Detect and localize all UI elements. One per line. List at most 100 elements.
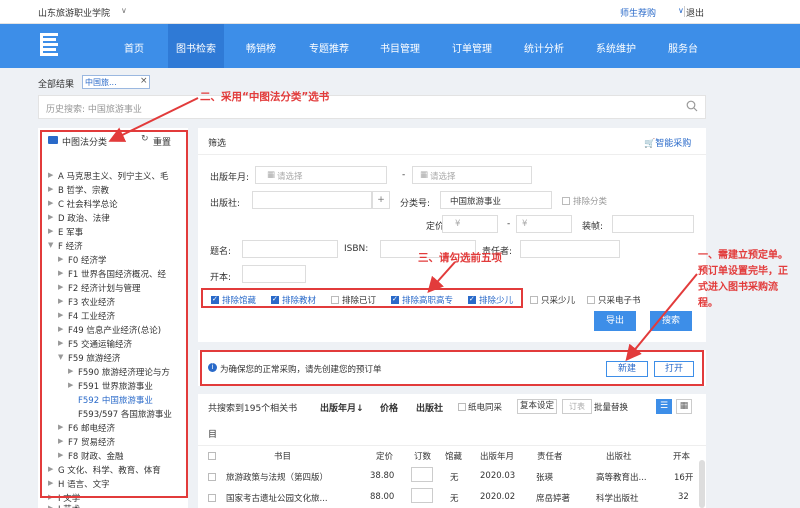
class-value: 中国旅游事业 bbox=[450, 197, 502, 207]
binding-label: 装帧: bbox=[582, 222, 604, 232]
history-search-text: 历史搜索: 中国旅游事业 bbox=[46, 105, 142, 115]
results-extra-label: 目 bbox=[208, 430, 218, 440]
col-header-format: 开本 bbox=[673, 452, 691, 462]
sort-by-date[interactable]: 出版年月↓ bbox=[320, 401, 364, 414]
nav-system[interactable]: 系统维护 bbox=[596, 40, 636, 55]
annotation-box-checkboxes bbox=[201, 288, 523, 308]
nav-home[interactable]: 首页 bbox=[124, 40, 144, 55]
row-format: 16开 bbox=[674, 473, 694, 483]
exclude-class-checkbox[interactable] bbox=[562, 197, 570, 205]
price-max-currency: ¥ bbox=[522, 219, 528, 229]
exclude-class-label: 排除分类 bbox=[573, 197, 608, 207]
role-switch[interactable]: 师生荐购 bbox=[620, 6, 656, 19]
filter-title: 筛选 bbox=[208, 139, 227, 149]
col-header-date: 出版年月 bbox=[480, 452, 515, 462]
row-qty-input[interactable] bbox=[411, 488, 433, 503]
col-header-qty: 订数 bbox=[414, 452, 432, 462]
nav-service[interactable]: 服务台 bbox=[668, 40, 698, 55]
sort-by-publisher[interactable]: 出版社 bbox=[416, 401, 443, 414]
row-checkbox[interactable] bbox=[208, 473, 216, 481]
range-dash: - bbox=[507, 219, 511, 229]
row-title-link[interactable]: 旅游政策与法规（第四版） bbox=[226, 471, 328, 483]
row-format: 32 bbox=[678, 492, 689, 502]
publisher-label: 出版社: bbox=[210, 199, 241, 209]
chevron-down-icon[interactable]: ∨ bbox=[121, 6, 127, 15]
paper-same-checkbox[interactable] bbox=[458, 403, 466, 411]
price-min-input[interactable] bbox=[442, 215, 498, 233]
copy-settings-button[interactable]: 复本设定 bbox=[517, 399, 557, 414]
filter-panel bbox=[198, 128, 706, 342]
col-header-publisher: 出版社 bbox=[606, 452, 632, 462]
calendar-icon: ▦ bbox=[267, 170, 276, 180]
divider bbox=[684, 6, 685, 17]
price-min-currency: ¥ bbox=[455, 219, 461, 229]
row-author: 席岳婷著 bbox=[536, 494, 571, 504]
row-publisher: 科学出版社 bbox=[596, 494, 639, 504]
row-title-link[interactable]: 国家考古遗址公园文化旅... bbox=[226, 492, 328, 504]
annotation-box-notice bbox=[200, 350, 704, 386]
logo-icon[interactable] bbox=[38, 30, 60, 58]
col-header-price: 定价 bbox=[376, 452, 394, 462]
responsible-input[interactable] bbox=[520, 240, 620, 258]
row-holding: 无 bbox=[450, 494, 459, 504]
nav-topics[interactable]: 专题推荐 bbox=[309, 40, 349, 55]
publisher-input[interactable] bbox=[252, 191, 372, 209]
nav-orders[interactable]: 订单管理 bbox=[452, 40, 492, 55]
filter-tag-label: 中国旅... bbox=[85, 78, 117, 87]
smart-buy-link[interactable]: 🛒智能采购 bbox=[644, 136, 691, 149]
export-button[interactable]: 导出 bbox=[594, 311, 636, 331]
class-label: 分类号: bbox=[400, 199, 431, 209]
results-scrollbar[interactable] bbox=[699, 460, 705, 508]
col-header-holding: 馆藏 bbox=[445, 452, 463, 462]
nav-catalog[interactable]: 书目管理 bbox=[380, 40, 420, 55]
batch-replace-button[interactable]: 批量替换 bbox=[594, 401, 628, 413]
close-icon[interactable]: × bbox=[140, 76, 148, 86]
annotation-box-classification bbox=[40, 130, 188, 498]
row-date: 2020.03 bbox=[480, 471, 516, 481]
order-count-input[interactable]: 订表 bbox=[562, 399, 592, 414]
row-checkbox[interactable] bbox=[208, 494, 216, 502]
grid-view-icon[interactable]: ▦ bbox=[676, 399, 692, 414]
paper-same-label[interactable]: 纸电同采 bbox=[468, 401, 502, 413]
row-date: 2020.02 bbox=[480, 492, 516, 502]
school-name[interactable]: 山东旅游职业学院 bbox=[38, 6, 110, 19]
chevron-down-icon[interactable]: ∨ bbox=[678, 6, 684, 15]
search-button[interactable]: 搜索 bbox=[650, 311, 692, 331]
isbn-label: ISBN: bbox=[344, 244, 369, 254]
only-children-label[interactable]: 只采少儿 bbox=[541, 294, 575, 306]
title-input[interactable] bbox=[242, 240, 338, 258]
list-view-icon[interactable]: ☰ bbox=[656, 399, 672, 414]
search-icon[interactable] bbox=[686, 100, 698, 112]
calendar-icon: ▦ bbox=[420, 170, 429, 180]
row-price: 88.00 bbox=[370, 492, 395, 502]
nav-stats[interactable]: 统计分析 bbox=[524, 40, 564, 55]
nav-bestseller[interactable]: 畅销榜 bbox=[246, 40, 276, 55]
logout-link[interactable]: 退出 bbox=[686, 6, 704, 19]
breadcrumb-all[interactable]: 全部结果 bbox=[38, 77, 74, 90]
row-qty-input[interactable] bbox=[411, 467, 433, 482]
format-input[interactable] bbox=[242, 265, 306, 283]
only-ebook-label[interactable]: 只采电子书 bbox=[598, 294, 641, 306]
divider bbox=[198, 154, 706, 155]
only-children-checkbox[interactable] bbox=[530, 296, 538, 304]
col-header-title: 书目 bbox=[274, 452, 292, 462]
sort-by-price[interactable]: 价格 bbox=[380, 401, 398, 414]
col-header-author: 责任者 bbox=[537, 452, 563, 462]
annotation-step-1: 一、需建立预定单。预订单设置完毕，正式进入图书采购流程。 bbox=[698, 250, 788, 309]
divider bbox=[198, 445, 706, 446]
row-publisher: 高等教育出... bbox=[596, 473, 647, 483]
range-dash: - bbox=[402, 170, 406, 180]
tree-item[interactable]: J 艺术 bbox=[58, 503, 80, 508]
caret-right-icon[interactable]: ▶ bbox=[48, 504, 53, 508]
only-ebook-checkbox[interactable] bbox=[587, 296, 595, 304]
binding-input[interactable] bbox=[612, 215, 694, 233]
format-label: 开本: bbox=[210, 273, 232, 283]
title-label: 题名: bbox=[210, 247, 232, 257]
row-author: 张瑛 bbox=[536, 473, 554, 483]
publisher-add-button[interactable]: + bbox=[372, 191, 390, 209]
select-all-checkbox[interactable] bbox=[208, 452, 216, 460]
annotation-step-3: 三、请勾选前五项 bbox=[418, 252, 502, 264]
annotation-step-2: 二、采用“中图法分类”选书 bbox=[200, 91, 330, 103]
pub-date-end-placeholder: 请选择 bbox=[430, 172, 456, 182]
nav-book-search[interactable]: 图书检索 bbox=[176, 40, 216, 55]
